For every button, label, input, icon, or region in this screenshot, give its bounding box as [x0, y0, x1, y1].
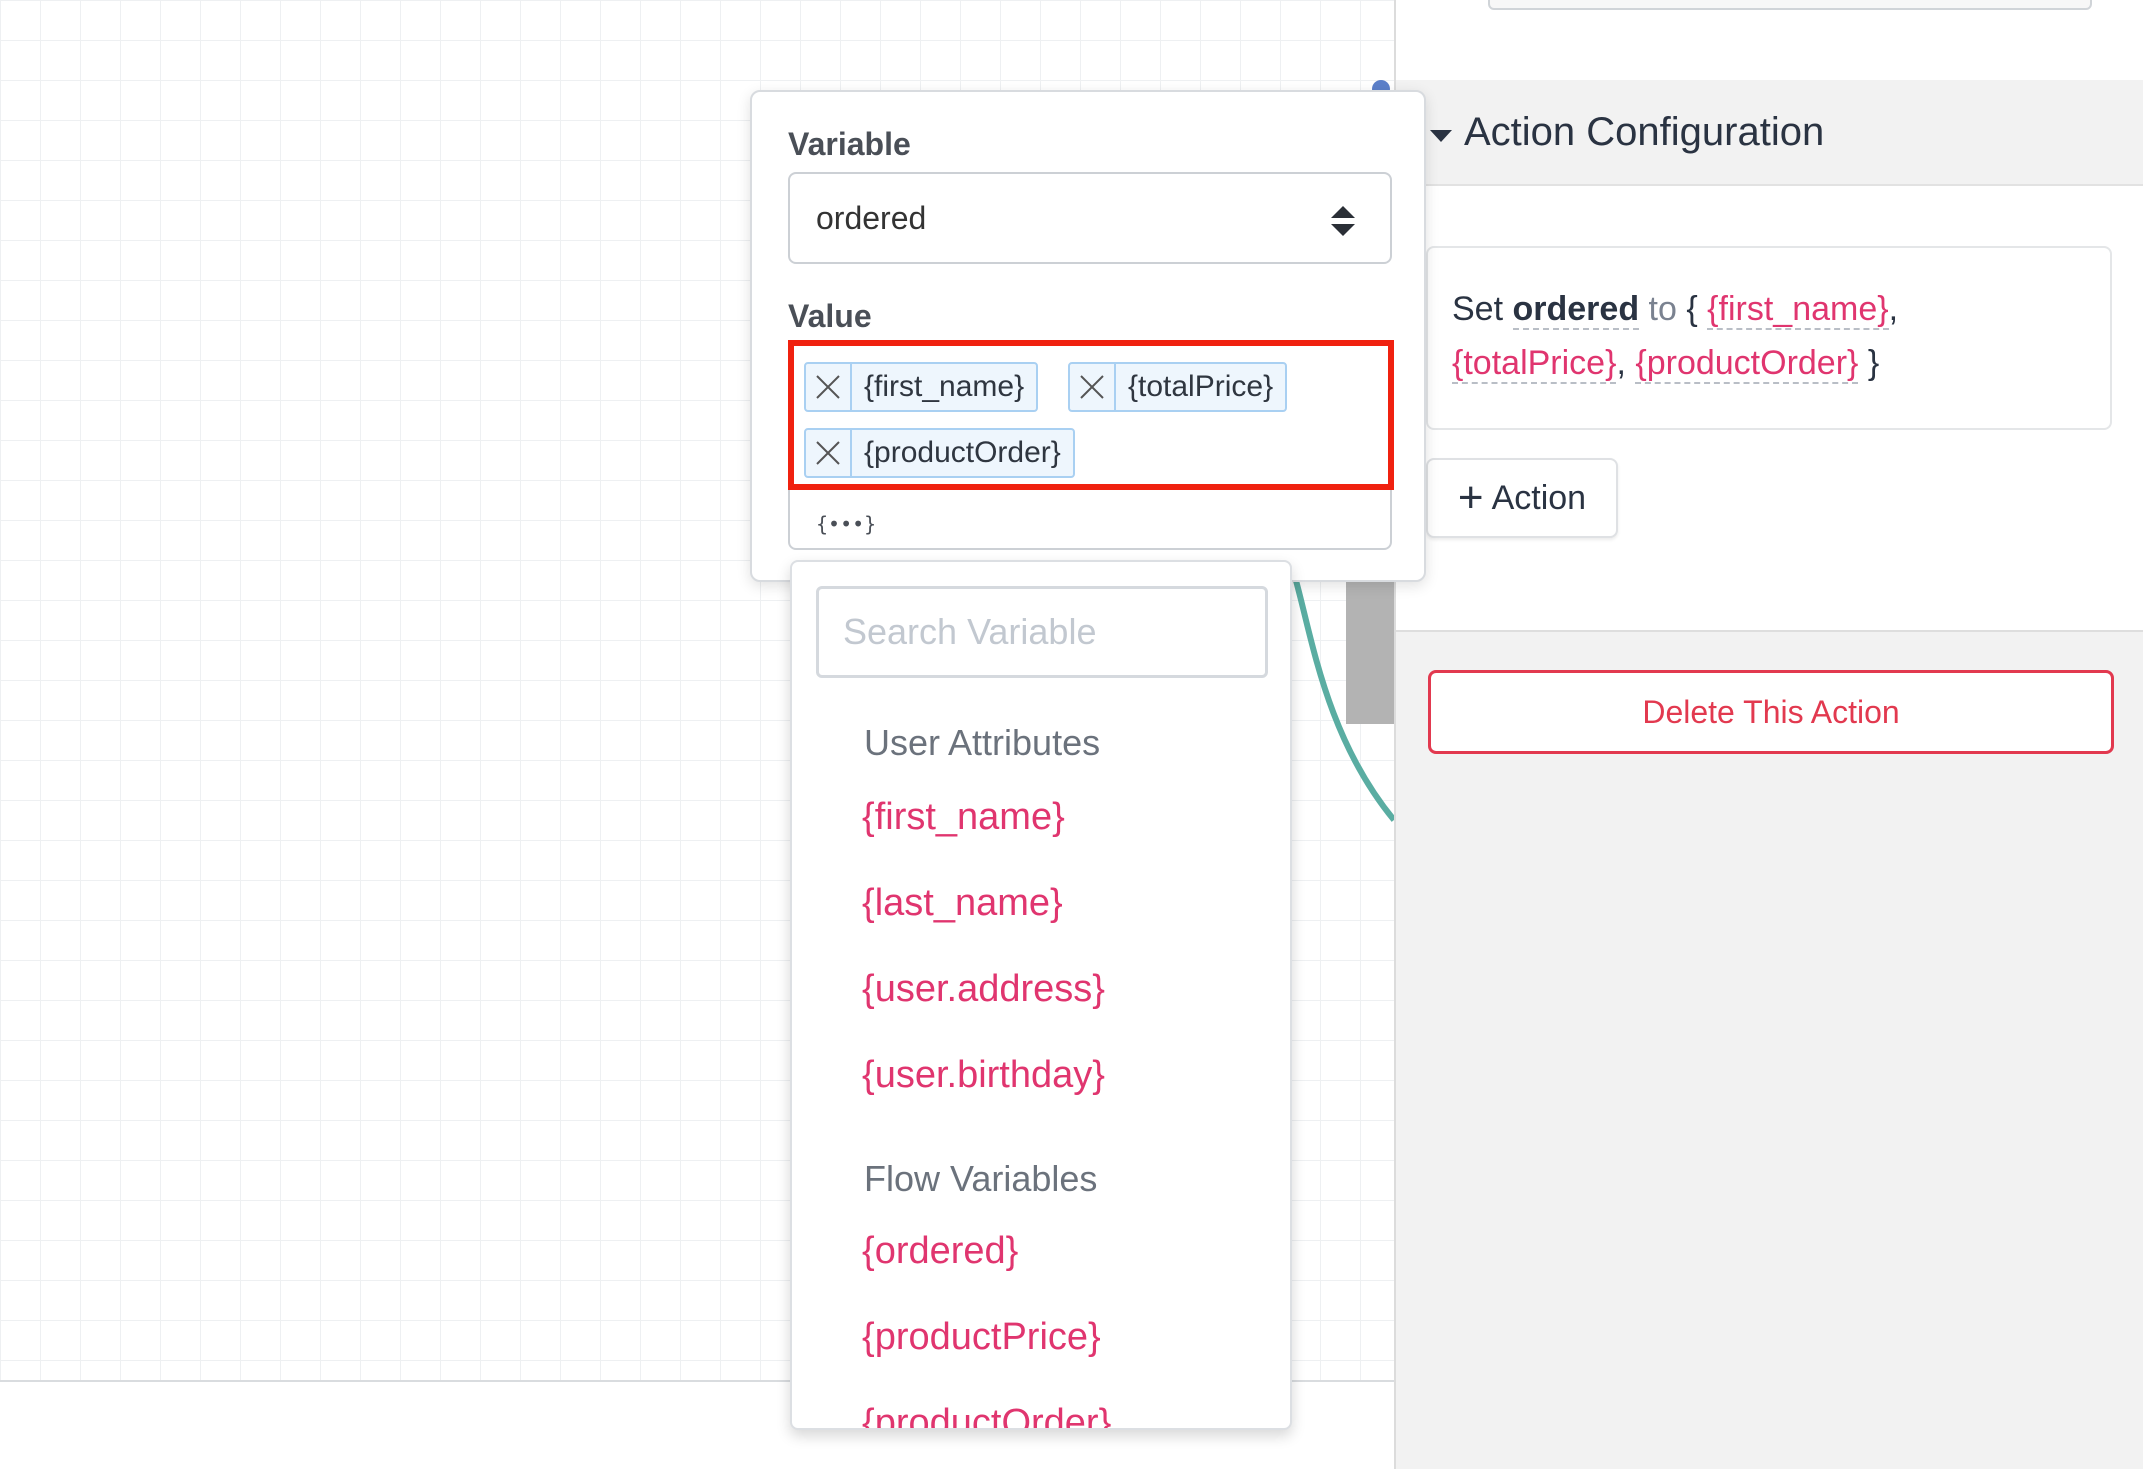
summary-value-total-price[interactable]: {totalPrice} [1452, 344, 1617, 384]
variable-option[interactable]: {first_name} [862, 796, 1065, 839]
chip-label: {first_name} [864, 370, 1025, 403]
summary-comma: , [1616, 344, 1626, 382]
panel-top [1396, 0, 2143, 82]
add-action-button[interactable]: + Action [1426, 458, 1618, 538]
value-chip: {totalPrice} [1068, 362, 1288, 412]
group-title-flow-variables: Flow Variables [864, 1158, 1098, 1199]
variable-option[interactable]: {ordered} [862, 1230, 1018, 1273]
close-icon[interactable] [806, 430, 852, 476]
close-icon[interactable] [1070, 364, 1116, 410]
value-input[interactable]: {first_name} {totalPrice} {productOrder}… [788, 340, 1394, 550]
plus-icon: + [1457, 473, 1484, 522]
properties-panel: Action Configuration Set ordered to { {f… [1394, 0, 2143, 1469]
sort-arrows-icon [1331, 206, 1355, 236]
variable-option[interactable]: {last_name} [862, 882, 1063, 925]
summary-to: to [1648, 290, 1677, 328]
add-action-label: Action [1491, 478, 1587, 517]
variable-option[interactable]: {productPrice} [862, 1316, 1101, 1359]
summary-value-product-order[interactable]: {productOrder} [1635, 344, 1859, 384]
variable-label: Variable [788, 126, 911, 162]
delete-action-button[interactable]: Delete This Action [1428, 670, 2114, 754]
action-summary[interactable]: Set ordered to { {first_name}, {totalPri… [1426, 246, 2112, 430]
variable-dropdown: User Attributes {first_name} {last_name}… [790, 560, 1292, 1430]
caret-down-icon[interactable] [1430, 130, 1452, 142]
section-title: Action Configuration [1464, 110, 1825, 154]
value-label: Value [788, 298, 872, 334]
panel-top-input[interactable] [1488, 0, 2092, 10]
summary-value-first-name[interactable]: {first_name} [1707, 290, 1889, 330]
action-configuration-header[interactable]: Action Configuration [1396, 80, 2143, 186]
variable-option[interactable]: {user.address} [862, 968, 1105, 1011]
variable-select[interactable]: ordered [788, 172, 1392, 264]
insert-variable-icon[interactable]: {•••} [816, 512, 876, 536]
close-icon[interactable] [806, 364, 852, 410]
value-chip: {productOrder} [804, 428, 1075, 478]
set-variable-popover: Variable ordered Value {first_name} {tot… [750, 90, 1426, 582]
value-chip: {first_name} [804, 362, 1039, 412]
config-body: Set ordered to { {first_name}, {totalPri… [1396, 186, 2143, 632]
search-variable-input[interactable] [816, 586, 1268, 678]
variable-option[interactable]: {user.birthday} [862, 1054, 1105, 1097]
chip-label: {productOrder} [864, 436, 1061, 469]
summary-variable[interactable]: ordered [1512, 290, 1640, 330]
summary-close-brace: } [1867, 344, 1880, 382]
group-title-user-attributes: User Attributes [864, 722, 1101, 763]
variable-option[interactable]: {productOrder} [862, 1402, 1111, 1428]
summary-set: Set [1452, 290, 1504, 328]
summary-open-brace: { [1686, 290, 1698, 328]
variable-select-value: ordered [816, 199, 927, 236]
summary-comma: , [1888, 290, 1899, 328]
chip-label: {totalPrice} [1128, 370, 1274, 403]
